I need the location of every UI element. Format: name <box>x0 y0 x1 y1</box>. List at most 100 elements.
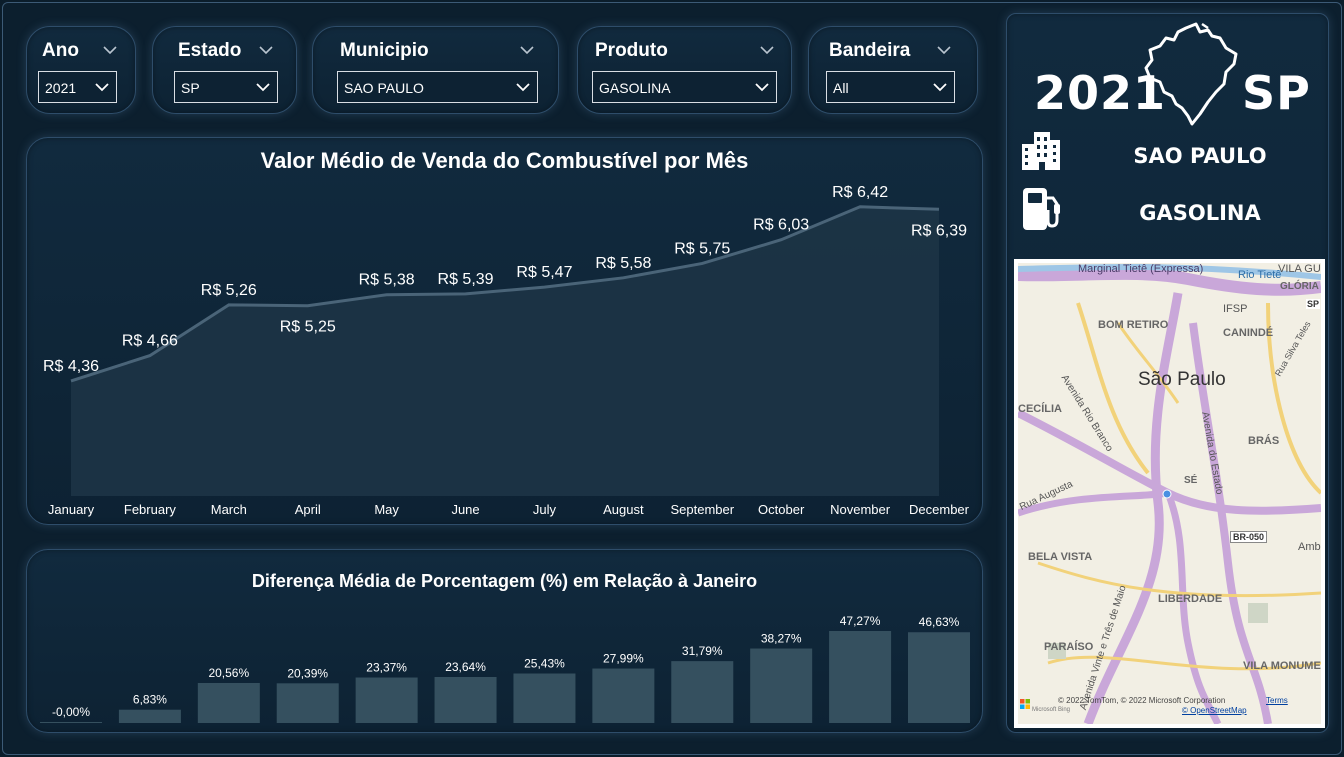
chevron-down-icon[interactable] <box>760 45 774 55</box>
bar-chart: -0,00% 6,83% 20,56% 20,39% 23,37% 23,64% 25,43… <box>40 614 970 723</box>
data-point[interactable] <box>300 298 316 314</box>
map-osm-link[interactable]: © OpenStreetMap <box>1182 706 1247 715</box>
filter-produto-dropdown[interactable]: GASOLINA <box>592 71 777 103</box>
data-label: R$ 5,39 <box>438 271 494 288</box>
map-label: IFSP <box>1223 303 1248 315</box>
filter-estado-value: SP <box>181 80 200 96</box>
data-label: R$ 4,36 <box>43 358 99 375</box>
data-point[interactable] <box>852 199 868 215</box>
bar-data-label: 25,43% <box>524 657 565 671</box>
x-tick-label: January <box>48 502 95 517</box>
map-label: Ambev <box>1298 541 1321 553</box>
bar[interactable] <box>671 661 734 723</box>
data-label: R$ 6,39 <box>911 222 967 239</box>
data-label: R$ 5,75 <box>674 240 730 257</box>
data-label: R$ 5,25 <box>280 319 336 336</box>
x-tick-label: August <box>603 502 644 517</box>
filter-bandeira-dropdown[interactable]: All <box>826 71 955 103</box>
data-point[interactable] <box>379 287 395 303</box>
bar-data-label: 6,83% <box>133 693 167 707</box>
data-label: R$ 5,26 <box>201 282 257 299</box>
data-point[interactable] <box>615 270 631 286</box>
bar[interactable] <box>592 668 655 723</box>
bar[interactable] <box>276 683 339 723</box>
x-tick-label: April <box>295 502 321 517</box>
filter-bandeira[interactable]: Bandeira All <box>808 26 978 114</box>
x-tick-label: February <box>124 502 177 517</box>
filter-municipio[interactable]: Municipio SAO PAULO <box>312 26 559 114</box>
kpi-municipio: SAO PAULO <box>1133 144 1267 168</box>
data-point[interactable] <box>773 232 789 248</box>
kpi-produto: GASOLINA <box>1139 201 1261 225</box>
data-label: R$ 5,58 <box>595 255 651 272</box>
filter-estado-dropdown[interactable]: SP <box>174 71 278 103</box>
map-label: VILA GU <box>1278 263 1321 275</box>
filter-ano-dropdown[interactable]: 2021 <box>38 71 117 103</box>
map-label: PARAÍSO <box>1044 641 1094 653</box>
map-terms-link[interactable]: Terms <box>1266 696 1288 705</box>
bar-data-label: 46,63% <box>919 615 960 629</box>
microsoft-logo-icon <box>1020 699 1030 709</box>
data-point[interactable] <box>142 348 158 364</box>
bar[interactable] <box>513 673 576 723</box>
bar-data-label: 31,79% <box>682 644 723 658</box>
bar[interactable] <box>750 648 813 723</box>
map-bing-logo: Microsoft Bing <box>1032 707 1071 713</box>
data-point[interactable] <box>458 286 474 302</box>
map-label: VILA MONUME <box>1243 660 1321 672</box>
map-label: GLÓRIA <box>1280 281 1319 292</box>
area-fill <box>71 206 939 496</box>
bar[interactable] <box>118 709 181 723</box>
fuel-pump-icon <box>1023 188 1060 230</box>
data-label: R$ 6,42 <box>832 184 888 201</box>
map-label: CECÍLIA <box>1018 403 1062 415</box>
data-point[interactable] <box>63 373 79 389</box>
data-point[interactable] <box>694 255 710 271</box>
bar[interactable] <box>908 632 970 723</box>
bar[interactable] <box>434 676 497 723</box>
filter-municipio-dropdown[interactable]: SAO PAULO <box>337 71 538 103</box>
chevron-down-icon[interactable] <box>103 45 117 55</box>
bar-data-label: -0,00% <box>52 705 90 719</box>
data-point[interactable] <box>931 201 947 217</box>
filter-estado[interactable]: Estado SP <box>152 26 297 114</box>
chevron-down-icon <box>516 83 530 92</box>
chevron-down-icon[interactable] <box>520 45 534 55</box>
x-tick-label: December <box>909 502 970 517</box>
data-label: R$ 5,47 <box>516 264 572 281</box>
map[interactable]: Marginal Tietê (Expressa) Rio Tietê VILA… <box>1014 259 1325 728</box>
filter-ano[interactable]: Ano 2021 <box>26 26 136 114</box>
chevron-down-icon[interactable] <box>937 45 951 55</box>
x-tick-label: March <box>211 502 247 517</box>
filter-produto[interactable]: Produto GASOLINA <box>577 26 792 114</box>
bar-data-label: 47,27% <box>840 614 881 628</box>
map-label: Rio Tietê <box>1238 269 1282 281</box>
data-point[interactable] <box>536 279 552 295</box>
data-point[interactable] <box>221 297 237 313</box>
bar-data-label: 38,27% <box>761 632 802 646</box>
data-label: R$ 5,38 <box>359 272 415 289</box>
chevron-down-icon <box>95 83 109 92</box>
bar[interactable] <box>40 722 102 723</box>
bar[interactable] <box>355 677 418 723</box>
map-city-label: São Paulo <box>1138 369 1226 390</box>
bar[interactable] <box>197 682 260 723</box>
bar[interactable] <box>829 631 892 723</box>
chevron-down-icon[interactable] <box>259 45 273 55</box>
bar-chart-panel: Diferença Média de Porcentagem (%) em Re… <box>26 549 983 733</box>
area-chart: R$ 4,36 January R$ 4,66 February R$ 5,26 Marc… <box>43 184 970 517</box>
map-label: BRÁS <box>1248 435 1280 447</box>
bar-data-label: 27,99% <box>603 652 644 666</box>
data-label: R$ 4,66 <box>122 333 178 350</box>
map-label: BELA VISTA <box>1028 551 1093 563</box>
map-attribution: © 2022 TomTom, © 2022 Microsoft Corporat… <box>1058 696 1226 705</box>
filter-bandeira-value: All <box>833 80 849 96</box>
map-label: LIBERDADE <box>1158 593 1223 605</box>
kpi-state: SP <box>1242 66 1311 120</box>
filter-ano-title: Ano <box>42 40 79 61</box>
map-label: SP <box>1306 299 1321 309</box>
data-label: R$ 6,03 <box>753 217 809 234</box>
x-tick-label: June <box>451 502 479 517</box>
filter-municipio-value: SAO PAULO <box>344 80 424 96</box>
filter-bandeira-title: Bandeira <box>829 40 911 61</box>
